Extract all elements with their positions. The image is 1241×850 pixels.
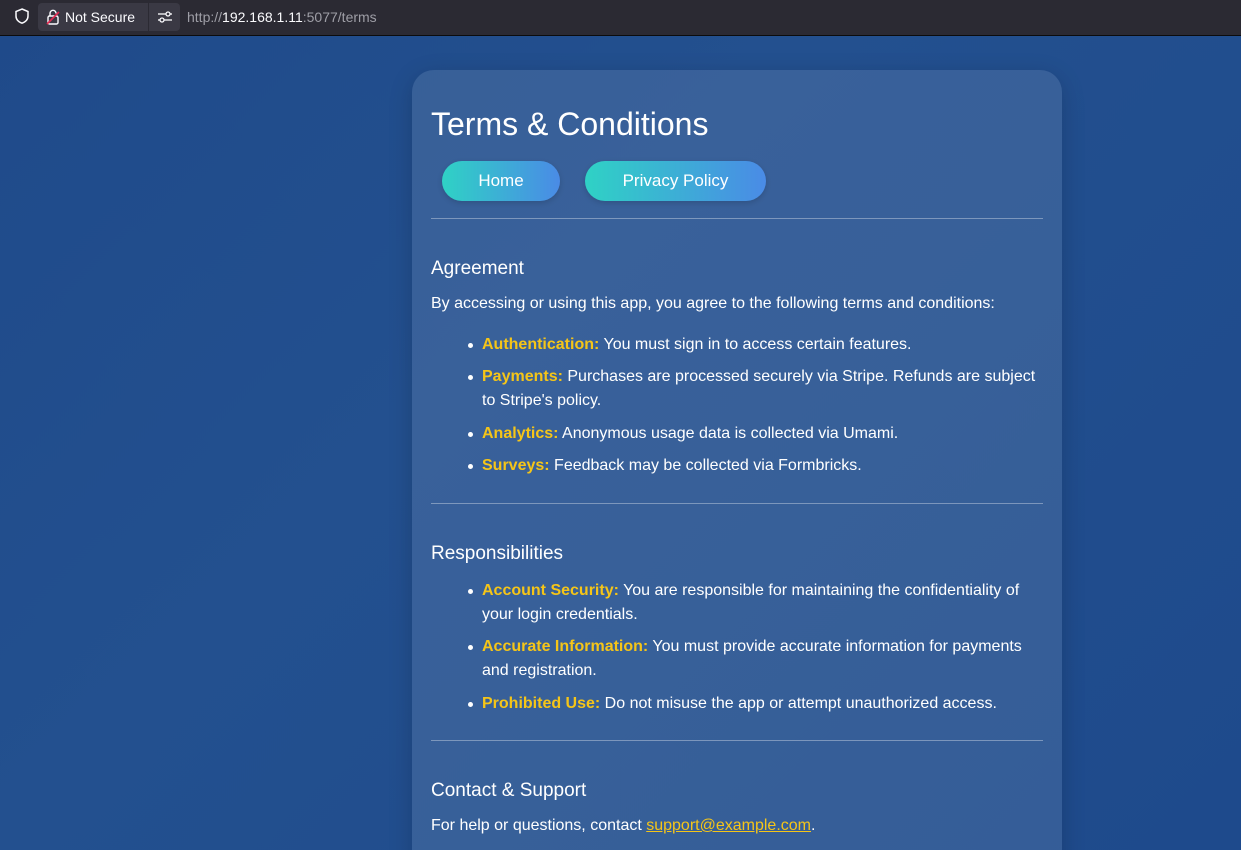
term-text: You must sign in to access certain featu… — [599, 336, 912, 353]
permissions-button[interactable] — [149, 3, 180, 31]
divider — [431, 740, 1043, 741]
browser-toolbar: Not Secure http://192.168.1.11:5077/term… — [0, 0, 1241, 36]
term-key: Account Security: — [482, 582, 619, 599]
term-key: Prohibited Use: — [482, 695, 601, 712]
divider — [431, 503, 1043, 504]
home-button[interactable]: Home — [442, 161, 560, 201]
list-item: Accurate Information: You must provide a… — [468, 635, 1043, 683]
term-key: Accurate Information: — [482, 638, 649, 655]
url-path: :5077/terms — [302, 9, 377, 25]
term-text: Feedback may be collected via Formbricks… — [549, 457, 862, 474]
term-text: Do not misuse the app or attempt unautho… — [600, 695, 997, 712]
contact-heading: Contact & Support — [431, 780, 587, 801]
url-host: 192.168.1.11 — [222, 9, 303, 25]
url-prefix: http:// — [187, 9, 223, 25]
list-item: Prohibited Use: Do not misuse the app or… — [468, 692, 1043, 716]
term-text: Anonymous usage data is collected via Um… — [558, 425, 899, 442]
term-key: Authentication: — [482, 336, 600, 353]
agreement-heading: Agreement — [431, 258, 524, 279]
list-item: Surveys: Feedback may be collected via F… — [468, 454, 1043, 478]
permissions-sliders-icon — [157, 11, 172, 23]
support-email-link[interactable]: support@example.com — [646, 817, 811, 834]
list-item: Account Security: You are responsible fo… — [468, 579, 1043, 627]
site-security-button[interactable]: Not Secure — [38, 3, 148, 31]
responsibilities-list: Account Security: You are responsible fo… — [431, 579, 1043, 716]
not-secure-label: Not Secure — [65, 9, 136, 25]
shield-icon[interactable] — [12, 6, 32, 26]
list-item: Payments: Purchases are processed secure… — [468, 365, 1043, 413]
url-bar[interactable]: http://192.168.1.11:5077/terms — [187, 9, 377, 25]
list-item: Analytics: Anonymous usage data is colle… — [468, 422, 1043, 446]
responsibilities-heading: Responsibilities — [431, 543, 564, 564]
contact-prefix: For help or questions, contact — [431, 817, 647, 834]
terms-card: Terms & Conditions Home Privacy Policy A… — [412, 70, 1062, 850]
nav-buttons: Home Privacy Policy — [431, 161, 1043, 201]
term-key: Payments: — [482, 368, 563, 385]
agreement-intro: By accessing or using this app, you agre… — [431, 295, 995, 312]
term-key: Surveys: — [482, 457, 550, 474]
contact-text: For help or questions, contact support@e… — [431, 814, 1043, 838]
term-key: Analytics: — [482, 425, 559, 442]
contact-suffix: . — [811, 817, 816, 834]
term-text: Purchases are processed securely via Str… — [482, 368, 1036, 409]
agreement-list: Authentication: You must sign in to acce… — [431, 333, 1043, 478]
page-title: Terms & Conditions — [431, 106, 709, 142]
divider — [431, 218, 1043, 219]
privacy-policy-button[interactable]: Privacy Policy — [585, 161, 766, 201]
lock-broken-icon — [46, 9, 60, 25]
list-item: Authentication: You must sign in to acce… — [468, 333, 1043, 357]
